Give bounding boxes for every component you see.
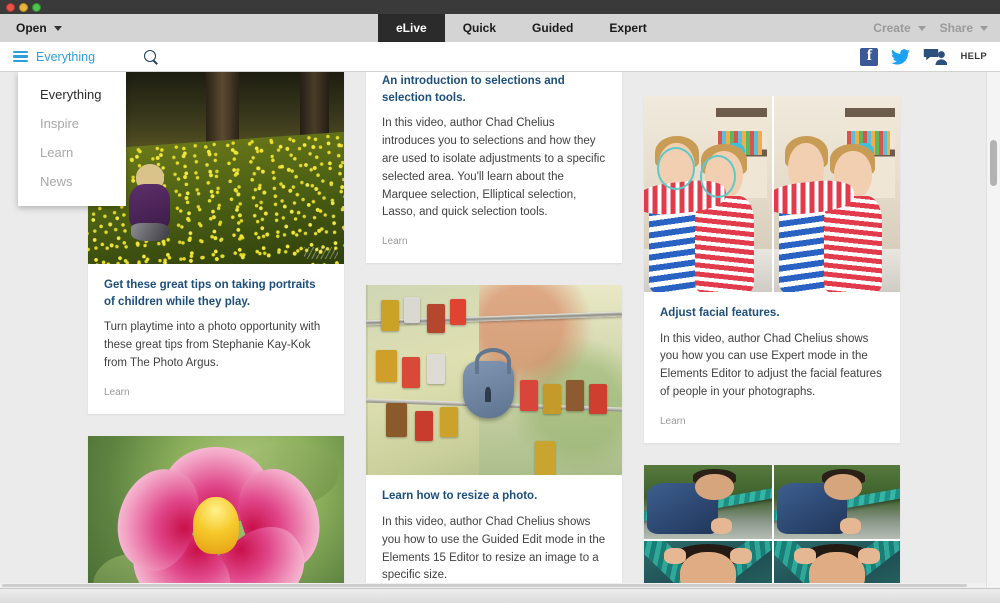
chevron-down-icon (53, 25, 62, 31)
tab-guided-label: Guided (532, 21, 574, 35)
vertical-scrollbar-thumb[interactable] (990, 140, 997, 186)
close-window-button[interactable] (6, 2, 15, 12)
elive-toolbar: Everything HELP (0, 42, 1000, 72)
pink-hibiscus-flower-photo (88, 435, 344, 588)
grid-image-top-right (772, 464, 900, 539)
facebook-icon[interactable] (860, 47, 879, 66)
dropdown-item-everything[interactable]: Everything (18, 80, 126, 109)
dropdown-item-news[interactable]: News (18, 167, 126, 196)
card-body: Adjust facial features. In this video, a… (644, 292, 900, 443)
card-category-tag[interactable]: Learn (382, 236, 606, 247)
status-bar (0, 588, 1000, 603)
tab-guided[interactable]: Guided (514, 14, 591, 42)
create-menu-button[interactable]: Create (873, 21, 926, 35)
elive-content-area: Get these great tips on taking portraits… (0, 72, 1000, 588)
category-dropdown-menu: Everything Inspire Learn News (18, 72, 126, 206)
column-middle: An introduction to selections and select… (366, 72, 622, 588)
traffic-light-buttons (6, 2, 41, 12)
column-left: Get these great tips on taking portraits… (88, 72, 344, 588)
search-button[interactable] (144, 49, 158, 64)
card-body: Get these great tips on taking portraits… (88, 264, 344, 414)
tab-elive[interactable]: eLive (378, 14, 445, 42)
category-filter-button[interactable]: Everything (13, 50, 95, 64)
window-titlebar (0, 0, 1000, 14)
menubar-right-section: Create Share (859, 14, 1000, 42)
boy-on-playground-grid-photo (644, 464, 900, 588)
dropdown-item-label: Learn (40, 145, 74, 160)
minimize-window-button[interactable] (19, 2, 28, 12)
grid-image-bottom-right (772, 538, 900, 588)
card-columns: Get these great tips on taking portraits… (0, 72, 1000, 588)
photo-signature-watermark (304, 247, 338, 259)
tab-quick[interactable]: Quick (445, 14, 514, 42)
card-portraits-of-children[interactable]: Get these great tips on taking portraits… (88, 72, 344, 414)
card-title[interactable]: Get these great tips on taking portraits… (104, 277, 328, 310)
toolbar-right-icons: HELP (860, 47, 1000, 66)
application-menubar: Open eLive Quick Guided Expert Create Sh… (0, 14, 1000, 42)
tab-expert[interactable]: Expert (591, 14, 664, 42)
column-right: Adjust facial features. In this video, a… (644, 72, 900, 588)
dropdown-item-inspire[interactable]: Inspire (18, 109, 126, 138)
card-title[interactable]: An introduction to selections and select… (382, 73, 606, 106)
kids-hugging-before-after-photo (644, 96, 900, 292)
card-resize-a-photo[interactable]: Learn how to resize a photo. In this vid… (366, 285, 622, 588)
vertical-scrollbar[interactable] (986, 72, 1000, 588)
horizontal-scrollbar-thumb[interactable] (2, 584, 967, 587)
open-menu-label: Open (16, 21, 47, 35)
hamburger-menu-icon (13, 50, 28, 63)
card-category-tag[interactable]: Learn (660, 416, 884, 427)
grid-image-bottom-left (644, 538, 772, 588)
card-category-tag[interactable]: Learn (104, 387, 328, 398)
card-adjust-facial-features[interactable]: Adjust facial features. In this video, a… (644, 96, 900, 443)
share-menu-label: Share (939, 21, 973, 35)
card-description: In this video, author Chad Chelius shows… (382, 515, 606, 582)
heart-shaped-padlock (463, 347, 515, 419)
dropdown-item-label: Everything (40, 87, 102, 102)
share-menu-button[interactable]: Share (940, 21, 988, 35)
community-icon[interactable] (923, 48, 948, 66)
card-description: In this video, author Chad Chelius intro… (382, 117, 606, 219)
card-boy-playground[interactable] (644, 464, 900, 588)
twitter-icon[interactable] (891, 48, 911, 65)
dropdown-item-label: News (40, 174, 73, 189)
open-menu-button[interactable]: Open (16, 21, 62, 35)
before-image (644, 96, 772, 292)
chevron-down-icon (980, 25, 988, 31)
after-image (772, 96, 900, 292)
card-title[interactable]: Adjust facial features. (660, 305, 884, 322)
horizontal-scrollbar[interactable] (0, 583, 1000, 588)
category-filter-label: Everything (36, 49, 96, 64)
card-description: In this video, author Chad Chelius shows… (660, 332, 882, 399)
card-body: Learn how to resize a photo. In this vid… (366, 475, 622, 588)
love-locks-on-bridge-photo (366, 285, 622, 476)
tab-expert-label: Expert (609, 21, 647, 35)
search-icon (144, 49, 158, 64)
card-body: An introduction to selections and select… (366, 72, 622, 263)
tab-quick-label: Quick (462, 21, 497, 35)
girl-in-dandelion-field-photo (88, 72, 344, 264)
card-title[interactable]: Learn how to resize a photo. (382, 488, 606, 505)
card-selections-intro[interactable]: An introduction to selections and select… (366, 72, 622, 264)
dropdown-item-learn[interactable]: Learn (18, 138, 126, 167)
tab-elive-label: eLive (396, 21, 427, 35)
create-menu-label: Create (873, 21, 911, 35)
mode-tabs: eLive Quick Guided Expert (378, 14, 665, 42)
zoom-window-button[interactable] (32, 2, 41, 12)
dropdown-item-label: Inspire (40, 116, 80, 131)
help-link[interactable]: HELP (960, 51, 987, 62)
grid-image-top-left (644, 464, 772, 539)
card-description: Turn playtime into a photo opportunity w… (104, 321, 321, 369)
chevron-down-icon (917, 25, 926, 31)
application-window: Open eLive Quick Guided Expert Create Sh… (0, 0, 1000, 603)
menubar-left-section: Open (0, 14, 378, 42)
card-hibiscus-flower[interactable] (88, 435, 344, 588)
